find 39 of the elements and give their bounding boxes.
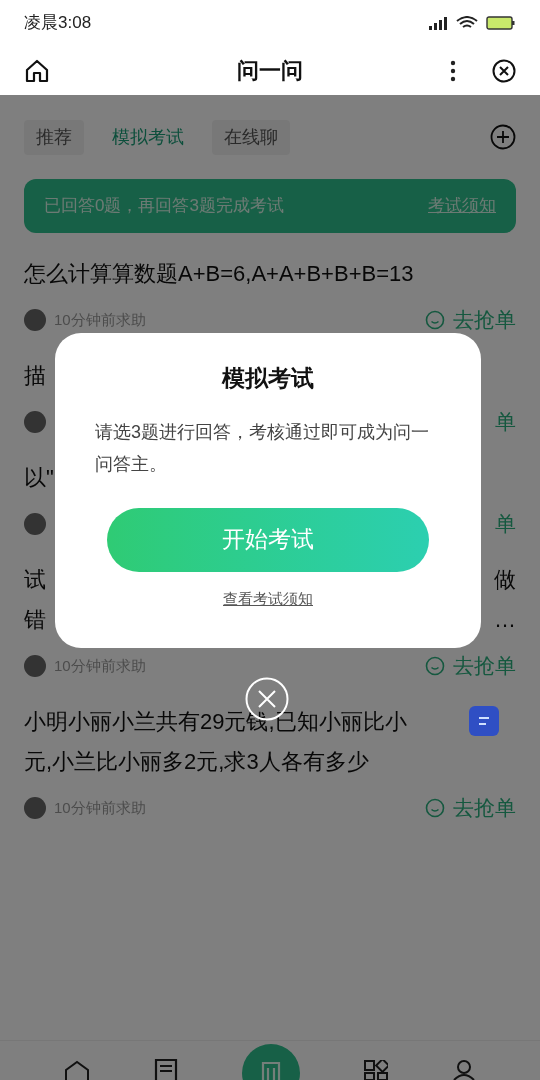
signal-icon: [428, 15, 448, 31]
page-title: 问一问: [237, 57, 303, 85]
question-text[interactable]: …: [494, 602, 516, 636]
question-text[interactable]: 以": [24, 460, 54, 494]
status-time: 凌晨3:08: [24, 12, 92, 35]
question-text[interactable]: 元,小兰比小丽多2元,求3人各有多少: [24, 744, 369, 778]
avatar: [24, 655, 46, 677]
smiley-icon: [425, 656, 445, 676]
banner-text: 已回答0题，再回答3题完成考试: [44, 195, 284, 218]
tab[interactable]: 推荐: [24, 119, 84, 155]
more-icon[interactable]: [450, 59, 456, 82]
lines-icon: [478, 716, 490, 726]
battery-icon: [486, 16, 516, 30]
avatar: [24, 513, 46, 535]
avatar: [24, 309, 46, 331]
floating-chat-button[interactable]: [469, 706, 499, 736]
smiley-icon: [425, 798, 445, 818]
smiley-icon: [425, 310, 445, 330]
grid-tab-icon[interactable]: [364, 1060, 388, 1080]
avatar: [24, 411, 46, 433]
question-text[interactable]: 试: [24, 562, 46, 596]
home-icon[interactable]: [24, 57, 50, 84]
avatar: [24, 797, 46, 819]
document-tab-icon[interactable]: [154, 1058, 178, 1080]
dialog-message: 请选3题进行回答，考核通过即可成为问一问答主。: [95, 420, 430, 476]
add-icon[interactable]: [490, 124, 516, 150]
ask-icon: [260, 1060, 282, 1080]
question-text[interactable]: 错: [24, 602, 46, 636]
question-text[interactable]: 怎么计算算数题A+B=6,A+A+B+B+B=13: [24, 256, 414, 290]
person-tab-icon[interactable]: [452, 1060, 476, 1080]
tab[interactable]: 在线聊: [212, 119, 290, 155]
question-text[interactable]: 小明小丽小兰共有29元钱,已知小丽比小: [24, 704, 407, 738]
dialog-title: 模拟考试: [222, 364, 314, 393]
exam-notice-link[interactable]: 查看考试须知: [223, 587, 313, 610]
home-tab-icon[interactable]: [64, 1060, 90, 1080]
close-icon[interactable]: [492, 58, 516, 83]
wifi-icon: [456, 16, 478, 30]
question-text[interactable]: 描: [24, 358, 46, 392]
question-text[interactable]: 做: [494, 562, 516, 596]
